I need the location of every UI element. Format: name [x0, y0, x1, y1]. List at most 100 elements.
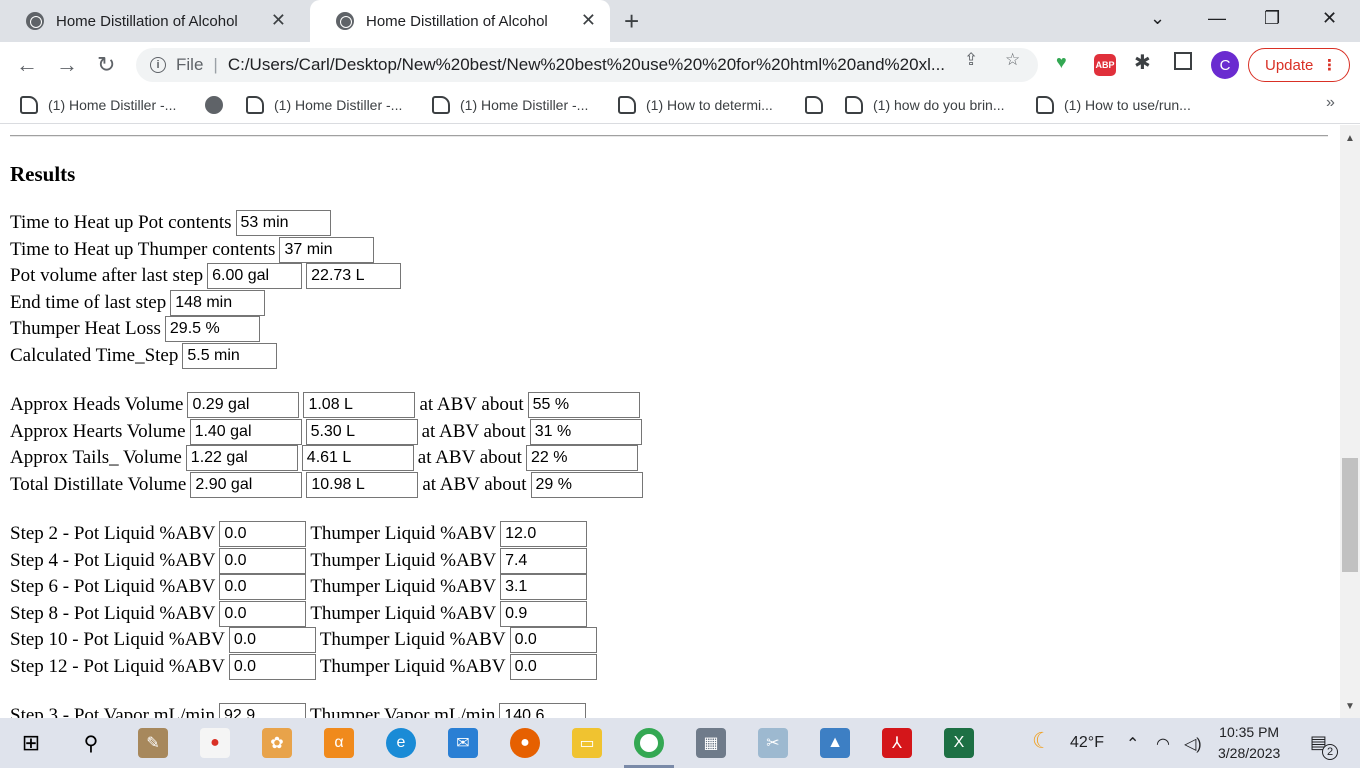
- field-label: Step 4 - Pot Liquid %ABV: [10, 550, 216, 571]
- url-text[interactable]: C:/Users/Carl/Desktop/New%20best/New%20b…: [228, 55, 945, 75]
- result-field[interactable]: 37 min: [279, 237, 375, 263]
- vertical-scrollbar[interactable]: ▲ ▼: [1340, 125, 1360, 718]
- pot-abv-field[interactable]: 0.0: [219, 548, 307, 574]
- forward-icon[interactable]: →: [56, 52, 78, 78]
- bookmark-item[interactable]: (1) Home Distiller -...: [246, 96, 402, 114]
- wifi-icon[interactable]: ◠: [1156, 734, 1170, 754]
- bookmark-item[interactable]: [205, 96, 233, 114]
- thumper-vapor-field[interactable]: 140.6: [499, 703, 587, 718]
- thumper-abv-field[interactable]: 0.0: [509, 627, 597, 653]
- extensions-puzzle-icon[interactable]: ✱: [1134, 50, 1151, 75]
- volume-gal-field[interactable]: 0.29 gal: [187, 392, 300, 418]
- paint-icon[interactable]: ✎: [138, 728, 168, 758]
- chrome-icon[interactable]: [634, 728, 664, 758]
- reload-icon[interactable]: ↻: [97, 52, 115, 78]
- tab-search-icon[interactable]: ⌄: [1150, 8, 1165, 29]
- abv-field[interactable]: 55 %: [527, 392, 640, 418]
- maps-icon[interactable]: ●: [200, 728, 230, 758]
- thumper-label: Thumper Vapor mL/min: [309, 705, 496, 718]
- new-tab-button[interactable]: +: [624, 6, 639, 37]
- bookmark-item[interactable]: (1) how do you brin...: [845, 96, 1005, 114]
- result-field[interactable]: 148 min: [170, 290, 266, 316]
- result-field[interactable]: 53 min: [235, 210, 331, 236]
- field-label: Calculated Time_Step: [10, 345, 179, 366]
- volume-gal-field[interactable]: 1.40 gal: [189, 419, 302, 445]
- share-icon[interactable]: ⇪: [964, 50, 978, 70]
- result-field[interactable]: 5.5 min: [182, 343, 278, 369]
- weather-temp[interactable]: 42°F: [1070, 734, 1104, 752]
- snip-icon[interactable]: ✂: [758, 728, 788, 758]
- close-window-button[interactable]: ✕: [1322, 8, 1337, 29]
- bookmark-item[interactable]: (1) How to determi...: [618, 96, 773, 114]
- abv-field[interactable]: 29 %: [530, 472, 643, 498]
- bookmark-item[interactable]: (1) Home Distiller -...: [432, 96, 588, 114]
- minimize-button[interactable]: —: [1208, 8, 1226, 29]
- pot-abv-field[interactable]: 0.0: [219, 521, 307, 547]
- adblock-icon[interactable]: ABP: [1094, 54, 1116, 76]
- system-clock[interactable]: 10:35 PM 3/28/2023: [1218, 722, 1280, 764]
- update-button[interactable]: Update ⋮: [1248, 48, 1350, 82]
- abv-field[interactable]: 31 %: [529, 419, 642, 445]
- profile-avatar[interactable]: C: [1211, 51, 1239, 79]
- windows-start-icon[interactable]: ⊞: [16, 728, 46, 758]
- bookmarks-overflow-icon[interactable]: »: [1326, 94, 1335, 112]
- scroll-up-icon[interactable]: ▲: [1345, 133, 1355, 144]
- step-row: Step 12 - Pot Liquid %ABV 0.0 Thumper Li…: [10, 654, 601, 680]
- field-label: Time to Heat up Thumper contents: [10, 239, 276, 260]
- edge-icon[interactable]: e: [386, 728, 416, 758]
- volume-liters-field[interactable]: 4.61 L: [301, 445, 414, 471]
- alpha-app-icon[interactable]: α: [324, 728, 354, 758]
- thumper-abv-field[interactable]: 0.0: [509, 654, 597, 680]
- volume-gal-field[interactable]: 2.90 gal: [190, 472, 303, 498]
- result-field-liters[interactable]: 22.73 L: [306, 263, 402, 289]
- result-field[interactable]: 29.5 %: [164, 316, 260, 342]
- pot-abv-field[interactable]: 0.0: [228, 627, 316, 653]
- abv-field[interactable]: 22 %: [525, 445, 638, 471]
- firefox-icon[interactable]: ●: [510, 728, 540, 758]
- thumper-abv-field[interactable]: 3.1: [500, 574, 588, 600]
- pot-vapor-field[interactable]: 92.9: [218, 703, 306, 718]
- tab-1[interactable]: Home Distillation of Alcohol ✕: [0, 0, 300, 42]
- search-icon[interactable]: ⚲: [76, 728, 106, 758]
- abv-label: at ABV about: [421, 421, 526, 442]
- tab-2[interactable]: Home Distillation of Alcohol ✕: [310, 0, 610, 42]
- pot-abv-field[interactable]: 0.0: [219, 601, 307, 627]
- info-icon[interactable]: i: [150, 57, 166, 73]
- mail-icon[interactable]: ✉: [448, 728, 478, 758]
- side-panel-icon[interactable]: [1174, 52, 1192, 70]
- tab-close-icon[interactable]: ✕: [271, 10, 286, 31]
- thumper-abv-field[interactable]: 12.0: [500, 521, 588, 547]
- extension-leaf-icon[interactable]: ♥: [1056, 52, 1067, 73]
- game-icon[interactable]: ✿: [262, 728, 292, 758]
- url-scheme: File: [176, 55, 204, 74]
- pot-abv-field[interactable]: 0.0: [228, 654, 316, 680]
- volume-icon[interactable]: ◁): [1184, 734, 1202, 754]
- scroll-thumb[interactable]: [1342, 458, 1358, 572]
- thumper-abv-field[interactable]: 0.9: [500, 601, 588, 627]
- tray-chevron-icon[interactable]: ⌃: [1126, 734, 1139, 754]
- acrobat-icon[interactable]: ⅄: [882, 728, 912, 758]
- scroll-down-icon[interactable]: ▼: [1345, 701, 1355, 712]
- file-explorer-icon[interactable]: ▭: [572, 728, 602, 758]
- photos-icon[interactable]: ▲: [820, 728, 850, 758]
- volume-liters-field[interactable]: 1.08 L: [303, 392, 416, 418]
- tab-close-icon[interactable]: ✕: [581, 10, 596, 31]
- weather-moon-icon[interactable]: ☾: [1032, 728, 1052, 754]
- field-label: Step 6 - Pot Liquid %ABV: [10, 576, 216, 597]
- pot-abv-field[interactable]: 0.0: [219, 574, 307, 600]
- volume-liters-field[interactable]: 10.98 L: [306, 472, 419, 498]
- bookmark-item[interactable]: (1) How to use/run...: [1036, 96, 1191, 114]
- excel-icon[interactable]: X: [944, 728, 974, 758]
- bookmark-item[interactable]: [805, 96, 833, 114]
- bookmark-label: (1) How to use/run...: [1064, 97, 1191, 113]
- address-bar[interactable]: i File | C:/Users/Carl/Desktop/New%20bes…: [136, 48, 1038, 82]
- bookmark-star-icon[interactable]: ☆: [1005, 50, 1020, 70]
- restore-button[interactable]: ❐: [1264, 8, 1280, 29]
- result-field-gal[interactable]: 6.00 gal: [207, 263, 303, 289]
- bookmark-item[interactable]: (1) Home Distiller -...: [20, 96, 176, 114]
- back-icon[interactable]: ←: [16, 52, 38, 78]
- volume-gal-field[interactable]: 1.22 gal: [185, 445, 298, 471]
- volume-liters-field[interactable]: 5.30 L: [305, 419, 418, 445]
- thumper-abv-field[interactable]: 7.4: [500, 548, 588, 574]
- calculator-icon[interactable]: ▦: [696, 728, 726, 758]
